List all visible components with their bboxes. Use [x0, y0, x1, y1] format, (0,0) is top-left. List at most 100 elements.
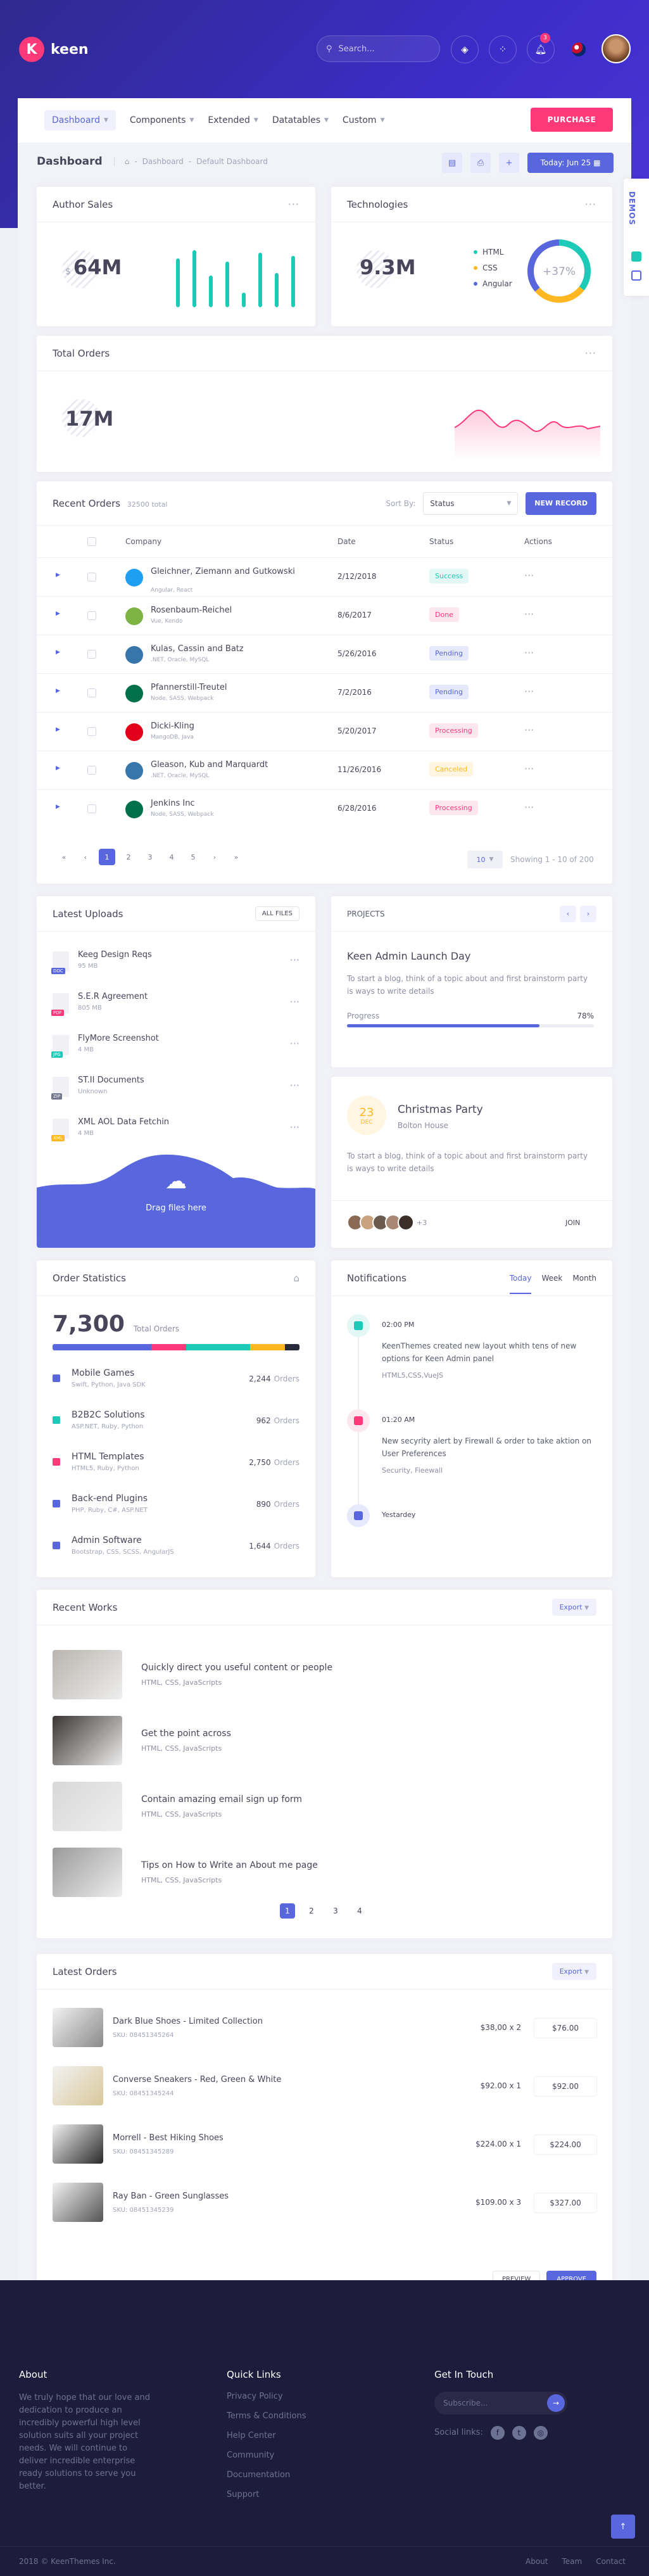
- table-row[interactable]: ▶ Gleason, Kub and Marquardt .NET, Oracle,…: [37, 751, 612, 789]
- export-button[interactable]: Export ▼: [551, 1963, 596, 1980]
- row-actions-icon[interactable]: ···: [524, 685, 534, 697]
- language-flag-icon[interactable]: [565, 35, 593, 63]
- product-name[interactable]: Dark Blue Shoes - Limited Collection: [113, 2017, 263, 2026]
- documentation-icon[interactable]: [631, 251, 641, 262]
- row-actions-icon[interactable]: ···: [524, 647, 534, 659]
- report-icon[interactable]: ▤: [442, 153, 462, 173]
- product-name[interactable]: Ray Ban - Green Sunglasses: [113, 2192, 229, 2201]
- print-icon[interactable]: ⎙: [470, 153, 491, 173]
- expand-arrow-icon[interactable]: ▶: [56, 611, 60, 617]
- product-image[interactable]: [53, 2066, 103, 2105]
- expand-arrow-icon[interactable]: ▶: [56, 726, 60, 733]
- next-page-icon[interactable]: ›: [206, 849, 223, 865]
- more-options-icon[interactable]: ···: [290, 954, 299, 966]
- first-page-icon[interactable]: «: [56, 849, 72, 865]
- brand-logo[interactable]: K keen: [19, 37, 89, 62]
- footer-bottom-link-team[interactable]: Team: [562, 2557, 582, 2566]
- layers-icon[interactable]: ◈: [451, 35, 479, 63]
- more-options-icon[interactable]: ···: [290, 1121, 299, 1133]
- list-item[interactable]: XML XML AOL Data Fetchin 4 MB ···: [51, 1117, 299, 1149]
- purchase-button[interactable]: PURCHASE: [531, 108, 613, 132]
- footer-bottom-link-contact[interactable]: Contact: [596, 2557, 626, 2566]
- product-image[interactable]: [53, 2008, 103, 2047]
- work-thumbnail[interactable]: [53, 1650, 122, 1699]
- list-item[interactable]: ZIP ST.II Documents Unknown ···: [51, 1075, 299, 1107]
- join-button[interactable]: JOIN: [559, 1215, 586, 1231]
- more-options-icon[interactable]: ···: [290, 1079, 299, 1091]
- row-checkbox[interactable]: [87, 573, 96, 581]
- page-button[interactable]: 2: [304, 1903, 319, 1919]
- twitter-icon[interactable]: t: [512, 2426, 526, 2440]
- prev-arrow-icon[interactable]: ‹: [560, 905, 576, 922]
- home-icon[interactable]: ⌂: [125, 157, 130, 166]
- work-title[interactable]: Get the point across: [141, 1729, 231, 1739]
- row-checkbox[interactable]: [87, 688, 96, 697]
- table-row[interactable]: ▶ Gleichner, Ziemann and Gutkowski Angular…: [37, 557, 612, 596]
- row-checkbox[interactable]: [87, 650, 96, 659]
- subscribe-input[interactable]: Subscribe...: [443, 2399, 488, 2408]
- product-name[interactable]: Converse Sneakers - Red, Green & White: [113, 2075, 281, 2084]
- work-title[interactable]: Contain amazing email sign up form: [141, 1794, 302, 1805]
- timeline-tag[interactable]: Security, Fieewall: [382, 1466, 443, 1475]
- page-button[interactable]: 2: [120, 849, 137, 865]
- company-name[interactable]: Rosenbaum-Reichel: [151, 606, 296, 616]
- footer-link[interactable]: Terms & Conditions: [227, 2406, 306, 2426]
- search-box[interactable]: ⚲ Search...: [317, 35, 440, 62]
- page-button[interactable]: 1: [280, 1903, 295, 1919]
- product-image[interactable]: [53, 2183, 103, 2222]
- row-actions-icon[interactable]: ···: [524, 724, 534, 736]
- send-arrow-icon[interactable]: →: [547, 2394, 565, 2412]
- more-options-icon[interactable]: ···: [290, 996, 299, 1008]
- work-thumbnail[interactable]: [53, 1716, 122, 1765]
- page-button[interactable]: 1: [99, 849, 115, 865]
- footer-link[interactable]: Privacy Policy: [227, 2387, 306, 2406]
- company-name[interactable]: Pfannerstill-Treutel: [151, 683, 296, 693]
- add-icon[interactable]: +: [499, 153, 519, 173]
- work-thumbnail[interactable]: [53, 1782, 122, 1831]
- footer-bottom-link-about[interactable]: About: [526, 2557, 548, 2566]
- menu-item-dashboard[interactable]: Dashboard ▼: [44, 110, 116, 130]
- page-button[interactable]: 3: [142, 849, 158, 865]
- page-button[interactable]: 4: [163, 849, 180, 865]
- footer-link[interactable]: Documentation: [227, 2465, 306, 2485]
- company-name[interactable]: Gleichner, Ziemann and Gutkowski: [151, 567, 296, 577]
- menu-item-components[interactable]: Components ▼: [130, 115, 194, 125]
- more-options-icon[interactable]: ···: [585, 347, 596, 359]
- page-button[interactable]: 5: [185, 849, 201, 865]
- stat-name[interactable]: HTML Templates: [72, 1452, 144, 1462]
- stat-name[interactable]: Mobile Games: [72, 1368, 134, 1378]
- row-actions-icon[interactable]: ···: [524, 608, 534, 620]
- list-item[interactable]: PDF S.E.R Agreement 805 MB ···: [51, 992, 299, 1024]
- select-all-checkbox[interactable]: [87, 537, 96, 546]
- row-checkbox[interactable]: [87, 804, 96, 813]
- project-title[interactable]: Keen Admin Launch Day: [347, 950, 470, 962]
- upload-cloud-icon[interactable]: ☁: [148, 1165, 205, 1197]
- row-actions-icon[interactable]: ···: [524, 569, 534, 581]
- file-name[interactable]: Keeg Design Reqs: [78, 950, 152, 960]
- expand-arrow-icon[interactable]: ▶: [56, 572, 60, 578]
- prev-page-icon[interactable]: ‹: [77, 849, 94, 865]
- stat-name[interactable]: B2B2C Solutions: [72, 1410, 145, 1420]
- page-button[interactable]: 3: [328, 1903, 343, 1919]
- expand-arrow-icon[interactable]: ▶: [56, 688, 60, 694]
- user-avatar[interactable]: [602, 34, 631, 63]
- company-name[interactable]: Jenkins Inc: [151, 799, 296, 809]
- table-row[interactable]: ▶ Pfannerstill-Treutel Node, SASS, Webpack…: [37, 673, 612, 712]
- table-row[interactable]: ▶ Dicki-Kling MangoDB, Java 5/20/2017 Proces…: [37, 712, 612, 751]
- all-files-button[interactable]: ALL FILES: [255, 906, 299, 921]
- breadcrumb-default[interactable]: Default Dashboard: [196, 157, 268, 166]
- file-name[interactable]: S.E.R Agreement: [78, 992, 148, 1001]
- instagram-icon[interactable]: ◎: [533, 2426, 548, 2440]
- work-thumbnail[interactable]: [53, 1848, 122, 1897]
- per-page-select[interactable]: 10 ▼: [467, 851, 503, 868]
- product-image[interactable]: [53, 2124, 103, 2164]
- footer-link[interactable]: Community: [227, 2446, 306, 2465]
- menu-item-extended[interactable]: Extended ▼: [208, 115, 258, 125]
- drop-zone-label[interactable]: Drag files here: [37, 1203, 315, 1213]
- footer-link[interactable]: Help Center: [227, 2426, 306, 2446]
- expand-arrow-icon[interactable]: ▶: [56, 804, 60, 810]
- table-row[interactable]: ▶ Jenkins Inc Node, SASS, Webpack 6/28/2016…: [37, 789, 612, 828]
- breadcrumb-dashboard[interactable]: Dashboard: [142, 157, 184, 166]
- menu-item-datatables[interactable]: Datatables ▼: [272, 115, 329, 125]
- tab-month[interactable]: Month: [572, 1274, 596, 1283]
